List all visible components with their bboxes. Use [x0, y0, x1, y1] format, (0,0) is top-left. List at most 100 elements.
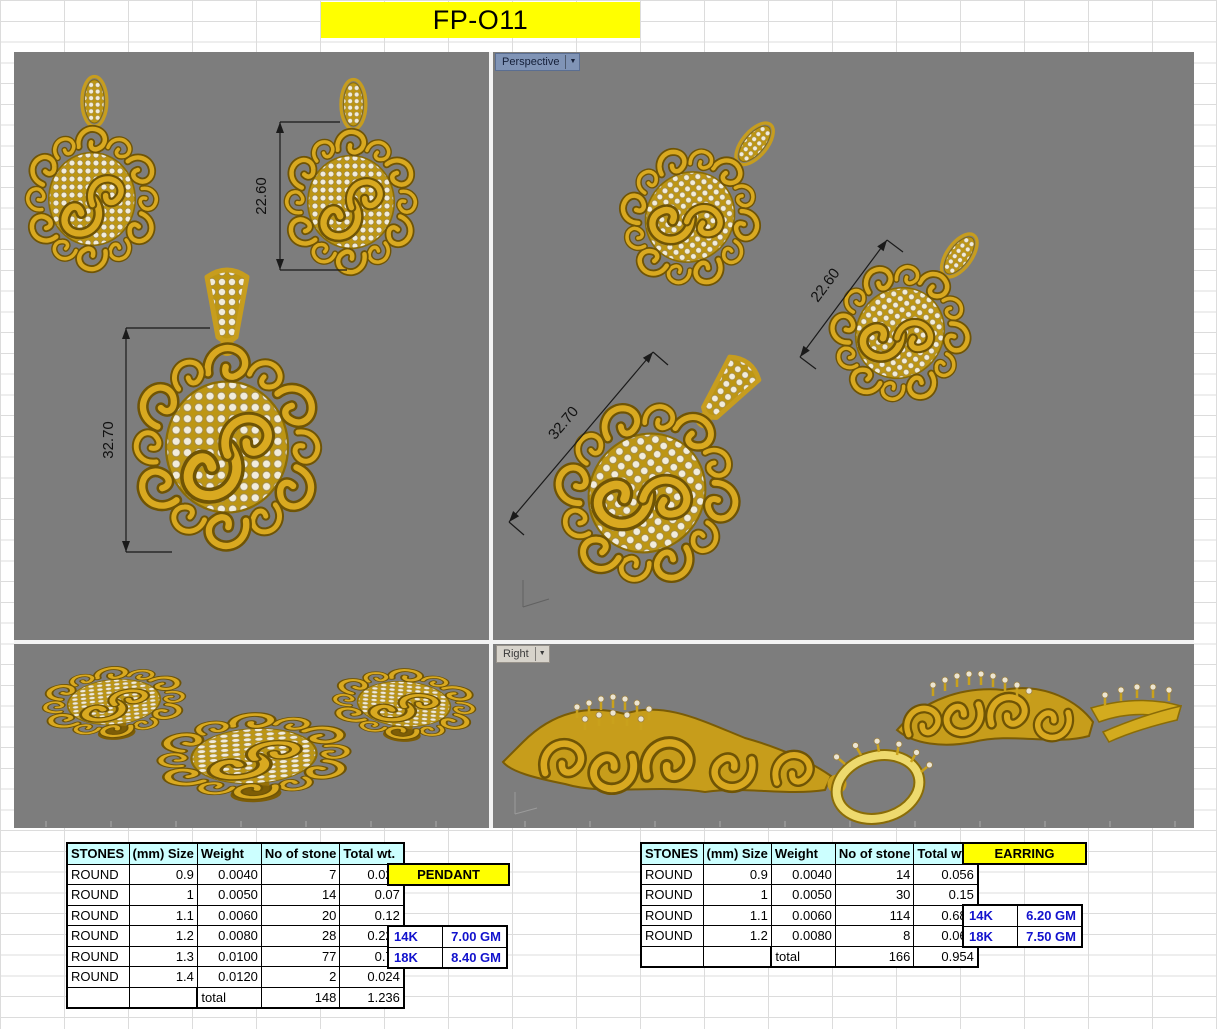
cell-size[interactable]: 1.4 — [129, 967, 197, 988]
cell-karat[interactable]: 18K — [963, 926, 1017, 947]
col-header-count[interactable]: No of stone — [261, 843, 340, 864]
table-total-row: total 148 1.236 — [67, 987, 404, 1008]
pendant-gold-weight-box: 14K 7.00 GM 18K 8.40 GM — [387, 925, 508, 969]
cell-weight[interactable]: 0.0120 — [197, 967, 261, 988]
col-header-size[interactable]: (mm) Size — [129, 843, 197, 864]
earring-stones-table: STONES (mm) Size Weight No of stone Tota… — [640, 842, 979, 968]
cell-count[interactable]: 114 — [835, 905, 914, 926]
cell-stone-type[interactable]: ROUND — [67, 967, 129, 988]
earring-render-side — [897, 671, 1181, 745]
pendant-stones-table: STONES (mm) Size Weight No of stone Tota… — [66, 842, 405, 1009]
col-header-stones[interactable]: STONES — [67, 843, 129, 864]
cell-blank[interactable] — [703, 946, 771, 967]
cell-stone-type[interactable]: ROUND — [67, 885, 129, 906]
cell-weight[interactable]: 0.0080 — [771, 926, 835, 947]
cell-total[interactable]: 0.024 — [340, 967, 404, 988]
cell-total[interactable]: 0.12 — [340, 905, 404, 926]
ruler-ticks — [525, 821, 1175, 827]
cell-total[interactable]: 0.056 — [914, 864, 978, 885]
pendant-badge[interactable]: PENDANT — [387, 863, 510, 886]
cell-weight[interactable]: 0.0060 — [197, 905, 261, 926]
cell-stone-type[interactable]: ROUND — [641, 926, 703, 947]
cell-total-weight[interactable]: 1.236 — [340, 987, 404, 1008]
cell-count[interactable]: 7 — [261, 864, 340, 885]
viewport-canvas-perspective[interactable]: 22.60 32.70 — [493, 52, 1194, 640]
cell-weight[interactable]: 0.0040 — [771, 864, 835, 885]
cell-total-count[interactable]: 166 — [835, 946, 914, 967]
cell-size[interactable]: 1.3 — [129, 946, 197, 967]
chevron-down-icon[interactable]: ▼ — [565, 55, 579, 69]
viewport-canvas-top[interactable] — [14, 644, 489, 828]
chevron-down-icon[interactable]: ▼ — [535, 647, 549, 661]
cell-gold-weight[interactable]: 6.20 GM — [1017, 905, 1082, 926]
cell-karat[interactable]: 14K — [963, 905, 1017, 926]
cell-total-label[interactable]: total — [197, 987, 261, 1008]
cell-weight[interactable]: 0.0060 — [771, 905, 835, 926]
cell-gold-weight[interactable]: 7.00 GM — [442, 926, 507, 947]
cell-weight[interactable]: 0.0100 — [197, 946, 261, 967]
cell-size[interactable]: 0.9 — [703, 864, 771, 885]
cell-size[interactable]: 0.9 — [129, 864, 197, 885]
pendant-render-side — [503, 694, 934, 828]
table-row: ROUND 1.1 0.0060 20 0.12 — [67, 905, 404, 926]
design-code-banner[interactable]: FP-O11 — [321, 2, 640, 38]
cell-count[interactable]: 20 — [261, 905, 340, 926]
cell-count[interactable]: 14 — [835, 864, 914, 885]
viewport-title-perspective[interactable]: Perspective ▼ — [495, 53, 580, 71]
pendant-render-top — [158, 710, 350, 807]
cell-stone-type[interactable]: ROUND — [641, 864, 703, 885]
earring-render-perspective-1 — [595, 82, 818, 313]
col-header-weight[interactable]: Weight — [771, 843, 835, 864]
earring-badge[interactable]: EARRING — [962, 842, 1087, 865]
cell-gold-weight[interactable]: 7.50 GM — [1017, 926, 1082, 947]
col-header-count[interactable]: No of stone — [835, 843, 914, 864]
cell-weight[interactable]: 0.0040 — [197, 864, 261, 885]
cell-stone-type[interactable]: ROUND — [67, 946, 129, 967]
cell-blank[interactable] — [129, 987, 197, 1008]
worksheet: FP-O11 22.60 — [0, 0, 1217, 1029]
table-row: ROUND 1.2 0.0080 28 0.224 — [67, 926, 404, 947]
cell-total[interactable]: 0.15 — [914, 885, 978, 906]
cell-karat[interactable]: 14K — [388, 926, 442, 947]
table-header-row: STONES (mm) Size Weight No of stone Tota… — [67, 843, 404, 864]
cell-gold-weight[interactable]: 8.40 GM — [442, 947, 507, 968]
cell-stone-type[interactable]: ROUND — [67, 905, 129, 926]
cell-count[interactable]: 28 — [261, 926, 340, 947]
cell-size[interactable]: 1.1 — [703, 905, 771, 926]
cell-count[interactable]: 30 — [835, 885, 914, 906]
table-row: ROUND 1.3 0.0100 77 0.77 — [67, 946, 404, 967]
cell-total-count[interactable]: 148 — [261, 987, 340, 1008]
cell-total[interactable]: 0.07 — [340, 885, 404, 906]
cell-karat[interactable]: 18K — [388, 947, 442, 968]
cell-size[interactable]: 1 — [703, 885, 771, 906]
cell-size[interactable]: 1.1 — [129, 905, 197, 926]
viewport-title-right[interactable]: Right ▼ — [496, 645, 550, 663]
viewport-canvas-front[interactable]: 22.60 32.70 — [14, 52, 489, 640]
cell-stone-type[interactable]: ROUND — [67, 926, 129, 947]
cell-stone-type[interactable]: ROUND — [67, 864, 129, 885]
cell-count[interactable]: 14 — [261, 885, 340, 906]
col-header-size[interactable]: (mm) Size — [703, 843, 771, 864]
cell-blank[interactable] — [67, 987, 129, 1008]
cell-size[interactable]: 1.2 — [129, 926, 197, 947]
earring-gold-weight-box: 14K 6.20 GM 18K 7.50 GM — [962, 904, 1083, 948]
cell-weight[interactable]: 0.0050 — [197, 885, 261, 906]
cell-size[interactable]: 1.2 — [703, 926, 771, 947]
dimension-label: 22.60 — [807, 265, 843, 305]
cell-count[interactable]: 2 — [261, 967, 340, 988]
cell-weight[interactable]: 0.0080 — [197, 926, 261, 947]
cell-total-weight[interactable]: 0.954 — [914, 946, 978, 967]
cell-blank[interactable] — [641, 946, 703, 967]
cell-total-label[interactable]: total — [771, 946, 835, 967]
col-header-weight[interactable]: Weight — [197, 843, 261, 864]
col-header-stones[interactable]: STONES — [641, 843, 703, 864]
cell-stone-type[interactable]: ROUND — [641, 885, 703, 906]
cell-count[interactable]: 8 — [835, 926, 914, 947]
col-header-total[interactable]: Total wt. — [340, 843, 404, 864]
table-row: ROUND 1 0.0050 30 0.15 — [641, 885, 978, 906]
cell-size[interactable]: 1 — [129, 885, 197, 906]
viewport-canvas-right[interactable] — [493, 644, 1194, 828]
cell-count[interactable]: 77 — [261, 946, 340, 967]
cell-weight[interactable]: 0.0050 — [771, 885, 835, 906]
cell-stone-type[interactable]: ROUND — [641, 905, 703, 926]
